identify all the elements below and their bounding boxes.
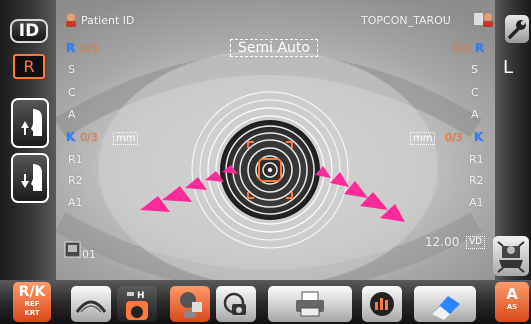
camera-capture-button[interactable]: [216, 286, 256, 322]
face-photo-icon: [180, 292, 202, 318]
arrow-left-5: [222, 165, 238, 174]
right-row-s: S: [68, 63, 75, 76]
right-row-r2: R2: [68, 174, 83, 187]
left-ref-count: 0/3: [452, 42, 470, 55]
vertex-distance-unit: VD: [466, 236, 486, 249]
right-eye-button[interactable]: R: [13, 54, 45, 79]
refractometer-screen: ID R L Patient ID Semi Auto TOPCON_TAROU…: [0, 0, 531, 324]
right-k-count: 0/3: [80, 131, 98, 144]
rk-mode-button[interactable]: R/K REF KRT: [13, 282, 51, 322]
rk-line2: KRT: [24, 309, 40, 317]
clear-data-button[interactable]: [414, 286, 476, 322]
chart-panel-button[interactable]: [362, 286, 402, 322]
left-row-a: A: [471, 108, 479, 121]
rk-main-label: R/K: [18, 284, 46, 300]
arrow-left-2: [162, 186, 192, 202]
vertex-distance-value: 12.00: [425, 235, 460, 249]
a-main-label: A: [506, 285, 518, 303]
print-button[interactable]: [268, 286, 352, 322]
eraser-icon: [432, 296, 460, 320]
arrow-right-4: [330, 172, 349, 187]
eye-tracking-button[interactable]: [71, 286, 111, 322]
left-k-label: K: [474, 130, 484, 144]
move-up-button[interactable]: [11, 98, 49, 148]
measurement-mode[interactable]: Semi Auto: [230, 39, 318, 57]
left-row-r1: R1: [469, 153, 484, 166]
id-button[interactable]: ID: [10, 19, 48, 43]
right-row-c: C: [68, 86, 76, 99]
operator-icon: [474, 13, 493, 27]
move-down-button[interactable]: [11, 153, 49, 203]
right-ref-count: 0/3: [80, 42, 98, 55]
chinrest-up-icon: [21, 109, 42, 136]
arrow-left-4: [205, 171, 224, 182]
left-row-a1: A1: [469, 196, 484, 209]
chart-panel-icon: [370, 292, 394, 316]
left-eye-label: L: [503, 57, 514, 78]
height-label: H: [137, 291, 145, 301]
camera-capture-icon: [223, 292, 246, 315]
right-ref-label: R: [66, 41, 76, 55]
left-row-c: C: [471, 86, 479, 99]
rk-line1: REF: [24, 300, 40, 308]
right-row-a: A: [68, 108, 76, 121]
memory-icon: [64, 241, 81, 258]
settings-button[interactable]: [505, 15, 529, 43]
printer-icon: [296, 291, 324, 317]
auto-mode-button[interactable]: [493, 236, 529, 276]
arrow-right-3: [344, 181, 368, 198]
right-k-label: K: [66, 130, 76, 144]
memory-number: 01: [82, 248, 96, 261]
right-row-a1: A1: [68, 196, 83, 209]
height-adjust-button[interactable]: H: [117, 286, 157, 322]
operator-name: TOPCON_TAROU: [361, 14, 451, 27]
left-row-s: S: [471, 63, 478, 76]
a-sub-label: AS: [506, 303, 518, 311]
patient-icon: [66, 13, 76, 27]
right-row-r1: R1: [68, 153, 83, 166]
arrow-left-3: [185, 177, 207, 190]
wrench-icon: [508, 20, 526, 39]
arrow-right-5: [315, 166, 331, 178]
face-photo-button[interactable]: [170, 286, 210, 322]
auto-start-button[interactable]: A AS: [495, 282, 529, 322]
left-k-unit: mm: [410, 132, 436, 145]
eye-tracking-icon: [75, 300, 107, 313]
left-ref-label: R: [475, 41, 485, 55]
left-k-count: 0/3: [445, 131, 463, 144]
height-adjust-icon: H: [126, 291, 148, 320]
right-k-unit: mm: [113, 132, 139, 145]
auto-icon: [497, 241, 525, 273]
patient-id-label[interactable]: Patient ID: [81, 15, 135, 27]
chinrest-down-icon: [21, 164, 42, 191]
left-row-r2: R2: [469, 174, 484, 187]
